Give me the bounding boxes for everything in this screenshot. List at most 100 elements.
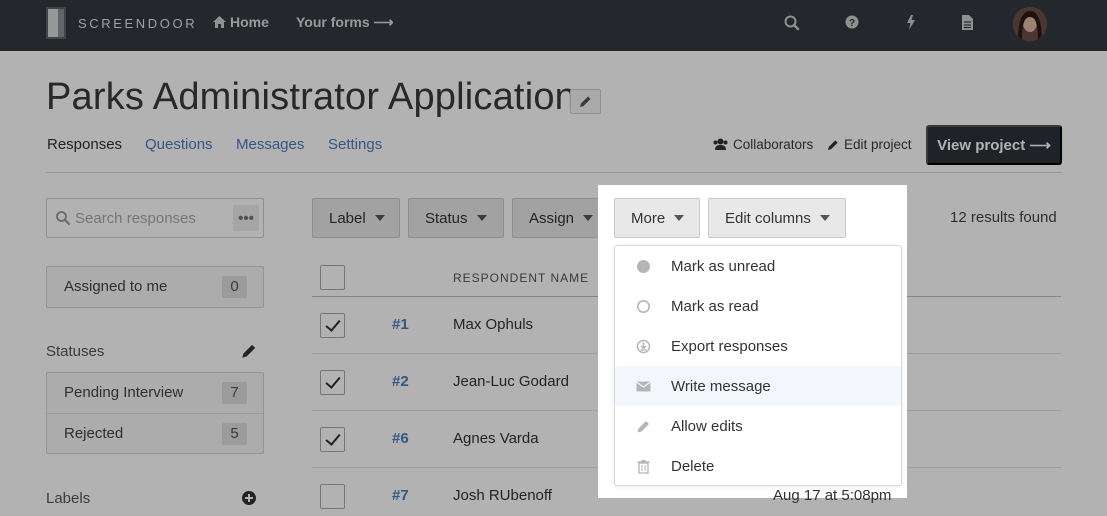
search-options-button[interactable]: ••• xyxy=(233,205,259,231)
search-input[interactable] xyxy=(75,208,245,228)
view-project-button[interactable]: View project ⟶ xyxy=(926,125,1062,165)
respondent-name: Agnes Varda xyxy=(453,430,539,447)
tab-questions[interactable]: Questions xyxy=(145,136,213,153)
menu-item-label: Mark as read xyxy=(671,298,759,315)
row-checkbox[interactable] xyxy=(320,370,345,395)
status-label: Pending Interview xyxy=(64,384,184,401)
nav-home-label: Home xyxy=(230,14,269,30)
envelope-icon xyxy=(636,381,651,392)
nav-your-forms-label: Your forms ⟶ xyxy=(296,14,394,30)
more-button-text: More xyxy=(631,209,666,227)
menu-item-label: Delete xyxy=(671,458,715,475)
trash-icon xyxy=(637,460,650,474)
edit-title-button[interactable] xyxy=(570,89,601,114)
tab-settings[interactable]: Settings xyxy=(328,136,382,153)
filled-circle-icon xyxy=(637,260,650,273)
screendoor-logo-icon[interactable] xyxy=(46,7,68,40)
edit-statuses-pencil-icon[interactable] xyxy=(241,343,257,359)
nav-home-link[interactable]: Home xyxy=(213,14,269,30)
row-checkbox[interactable] xyxy=(320,313,345,338)
results-count: 12 results found xyxy=(950,209,1057,226)
menu-item-label: Mark as unread xyxy=(671,258,776,275)
search-icon xyxy=(56,211,70,225)
collaborators-label: Collaborators xyxy=(733,137,814,152)
response-id-link[interactable]: #7 xyxy=(392,487,409,504)
label-dropdown-button[interactable]: Label xyxy=(312,198,400,238)
status-count: 7 xyxy=(222,382,247,404)
assign-dropdown-button[interactable]: Assign xyxy=(512,198,606,238)
download-icon xyxy=(636,339,651,354)
menu-item-mark-read[interactable]: Mark as read xyxy=(615,286,901,326)
labels-heading: Labels xyxy=(46,490,91,507)
document-icon[interactable] xyxy=(960,14,978,32)
select-all-checkbox[interactable] xyxy=(320,265,345,290)
menu-item-write-message[interactable]: Write message xyxy=(615,366,901,406)
search-box: ••• xyxy=(46,198,264,238)
more-dropdown-menu: Mark as unread Mark as read Export respo… xyxy=(614,245,902,486)
response-id-link[interactable]: #1 xyxy=(392,316,409,333)
caret-down-icon xyxy=(583,215,594,221)
edit-project-link[interactable]: Edit project xyxy=(827,137,912,152)
pencil-icon xyxy=(637,421,649,433)
statuses-heading: Statuses xyxy=(46,343,105,360)
tab-responses[interactable]: Responses xyxy=(47,136,122,153)
assigned-to-me-filter[interactable]: Assigned to me 0 xyxy=(47,267,263,307)
avatar-image xyxy=(1013,7,1047,41)
home-icon xyxy=(213,16,226,28)
menu-item-label: Write message xyxy=(671,378,771,395)
assigned-to-me-count: 0 xyxy=(222,276,247,298)
status-label: Rejected xyxy=(64,425,124,442)
menu-item-label: Export responses xyxy=(671,338,788,355)
menu-item-export-responses[interactable]: Export responses xyxy=(615,326,901,366)
add-label-plus-icon[interactable] xyxy=(241,490,257,506)
more-dropdown-button[interactable]: More xyxy=(614,198,700,238)
page-title: Parks Administrator Application xyxy=(46,76,576,118)
edit-columns-dropdown-button[interactable]: Edit columns xyxy=(708,198,846,238)
row-checkbox[interactable] xyxy=(320,427,345,452)
edit-project-label: Edit project xyxy=(844,137,912,152)
assign-button-text: Assign xyxy=(529,209,575,227)
help-icon[interactable]: ? xyxy=(844,14,862,32)
menu-item-delete[interactable]: Delete xyxy=(615,446,901,486)
collaborators-link[interactable]: Collaborators xyxy=(713,137,813,152)
caret-down-icon xyxy=(674,215,685,221)
svg-text:?: ? xyxy=(849,18,855,29)
pencil-icon xyxy=(827,139,838,150)
assigned-filter-box: Assigned to me 0 xyxy=(46,266,264,308)
respondent-name: Josh RUbenoff xyxy=(453,487,552,504)
respondent-name: Jean-Luc Godard xyxy=(453,373,569,390)
bolt-icon[interactable] xyxy=(903,14,921,32)
pencil-icon xyxy=(580,96,591,107)
statuses-list: Pending Interview 7 Rejected 5 xyxy=(46,372,264,454)
response-id-link[interactable]: #6 xyxy=(392,430,409,447)
menu-item-allow-edits[interactable]: Allow edits xyxy=(615,406,901,446)
more-menu-spotlight: More Edit columns Mark as unread Mark as… xyxy=(598,185,907,504)
empty-circle-icon xyxy=(637,300,650,313)
caret-down-icon xyxy=(819,215,830,221)
menu-item-label: Allow edits xyxy=(671,418,743,435)
status-filter-rejected[interactable]: Rejected 5 xyxy=(47,413,263,453)
users-icon xyxy=(713,138,728,150)
search-icon[interactable] xyxy=(783,14,801,32)
status-count: 5 xyxy=(222,423,247,445)
response-date: Aug 17 at 5:08pm xyxy=(773,487,892,504)
response-id-link[interactable]: #2 xyxy=(392,373,409,390)
status-dropdown-button[interactable]: Status xyxy=(408,198,504,238)
status-filter-pending-interview[interactable]: Pending Interview 7 xyxy=(47,373,263,413)
top-nav: SCREENDOOR Home Your forms ⟶ ? xyxy=(0,0,1107,51)
user-avatar[interactable] xyxy=(1013,7,1047,41)
header-divider xyxy=(46,172,1062,173)
label-button-text: Label xyxy=(329,209,366,227)
assigned-to-me-label: Assigned to me xyxy=(64,278,168,295)
caret-down-icon xyxy=(374,215,385,221)
status-button-text: Status xyxy=(425,209,468,227)
respondent-name: Max Ophuls xyxy=(453,316,534,333)
brand-name[interactable]: SCREENDOOR xyxy=(78,16,197,31)
caret-down-icon xyxy=(476,215,487,221)
nav-your-forms-link[interactable]: Your forms ⟶ xyxy=(296,14,394,31)
column-header-respondent-name[interactable]: RESPONDENT NAME xyxy=(453,271,589,285)
edit-columns-button-text: Edit columns xyxy=(725,209,811,227)
tab-messages[interactable]: Messages xyxy=(236,136,304,153)
row-checkbox[interactable] xyxy=(320,484,345,509)
menu-item-mark-unread[interactable]: Mark as unread xyxy=(615,246,901,286)
